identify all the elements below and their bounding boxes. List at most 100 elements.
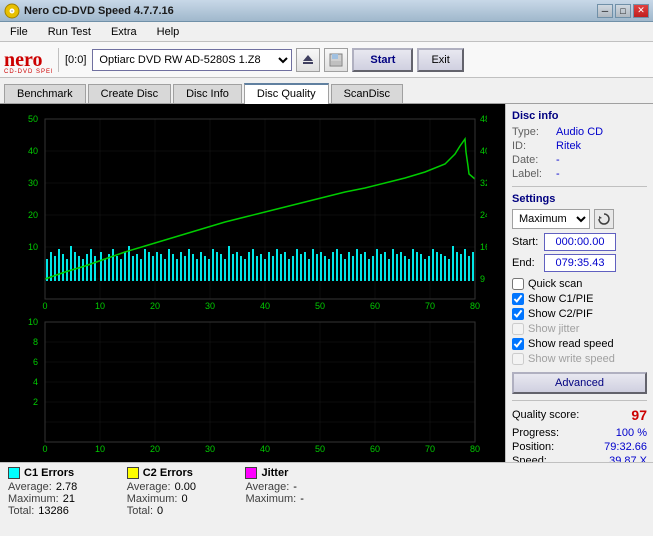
disc-id-label: ID:	[512, 140, 552, 152]
maximize-button[interactable]: □	[615, 4, 631, 18]
svg-text:CD-DVD SPEED: CD-DVD SPEED	[4, 69, 52, 74]
svg-text:9: 9	[480, 274, 485, 284]
nero-logo-svg: nero CD-DVD SPEED	[4, 46, 52, 74]
legend-c2-stats: Average: 0.00 Maximum: 0 Total: 0	[127, 481, 222, 517]
tab-benchmark[interactable]: Benchmark	[4, 84, 86, 103]
svg-text:20: 20	[28, 210, 38, 220]
c1-total-label: Total:	[8, 505, 34, 517]
disc-info-title: Disc info	[512, 110, 647, 122]
end-time-input[interactable]	[544, 254, 616, 272]
disc-type-row: Type: Audio CD	[512, 126, 647, 138]
show-jitter-checkbox[interactable]	[512, 323, 524, 335]
svg-text:10: 10	[28, 317, 38, 327]
svg-text:0: 0	[42, 301, 47, 311]
exit-button[interactable]: Exit	[417, 48, 463, 72]
settings-refresh-button[interactable]	[594, 209, 614, 229]
tab-disc-info[interactable]: Disc Info	[173, 84, 242, 103]
show-write-speed-row: Show write speed	[512, 353, 647, 365]
quality-score-row: Quality score: 97	[512, 407, 647, 423]
show-c2-pif-row: Show C2/PIF	[512, 308, 647, 320]
menu-help[interactable]: Help	[151, 24, 186, 40]
disc-date-label: Date:	[512, 154, 552, 166]
minimize-button[interactable]: ─	[597, 4, 613, 18]
speed-select[interactable]: Maximum	[512, 209, 590, 229]
disc-type-value: Audio CD	[556, 126, 603, 138]
svg-text:60: 60	[370, 301, 380, 311]
title-controls: ─ □ ✕	[597, 4, 649, 18]
show-write-speed-checkbox[interactable]	[512, 353, 524, 365]
legend-jitter-stats: Average: - Maximum: -	[245, 481, 340, 505]
menu-file[interactable]: File	[4, 24, 34, 40]
svg-text:40: 40	[480, 146, 487, 156]
close-button[interactable]: ✕	[633, 4, 649, 18]
show-c1-pie-row: Show C1/PIE	[512, 293, 647, 305]
svg-text:32: 32	[480, 178, 487, 188]
svg-text:40: 40	[28, 146, 38, 156]
chart-area: 50 40 30 20 10 48 40 32 24 16 9 0 10 20 …	[0, 104, 505, 462]
disc-label-value: -	[556, 168, 560, 180]
save-button[interactable]	[324, 48, 348, 72]
svg-text:6: 6	[33, 357, 38, 367]
start-button[interactable]: Start	[352, 48, 413, 72]
eject-button[interactable]	[296, 48, 320, 72]
show-jitter-label: Show jitter	[528, 323, 579, 335]
show-read-speed-label[interactable]: Show read speed	[528, 338, 614, 350]
show-c1-pie-label[interactable]: Show C1/PIE	[528, 293, 593, 305]
show-c1-pie-checkbox[interactable]	[512, 293, 524, 305]
tab-scan-disc[interactable]: ScanDisc	[331, 84, 403, 103]
c2-max-value: 0	[181, 493, 221, 505]
svg-text:20: 20	[150, 444, 160, 454]
c1-avg-label: Average:	[8, 481, 52, 493]
menu-extra[interactable]: Extra	[105, 24, 143, 40]
end-time-row: End:	[512, 254, 647, 272]
legend-jitter-title: Jitter	[261, 467, 288, 479]
advanced-button[interactable]: Advanced	[512, 372, 647, 394]
svg-text:30: 30	[205, 301, 215, 311]
tab-create-disc[interactable]: Create Disc	[88, 84, 171, 103]
side-panel: Disc info Type: Audio CD ID: Ritek Date:…	[505, 104, 653, 462]
divider-2	[512, 400, 647, 401]
show-read-speed-checkbox[interactable]	[512, 338, 524, 350]
tab-disc-quality[interactable]: Disc Quality	[244, 83, 329, 104]
legend-c1: C1 Errors Average: 2.78 Maximum: 21 Tota…	[8, 467, 103, 517]
show-write-speed-label: Show write speed	[528, 353, 615, 365]
save-icon	[329, 53, 343, 67]
c1-max-value: 21	[63, 493, 103, 505]
show-c2-pif-checkbox[interactable]	[512, 308, 524, 320]
toolbar-separator	[58, 48, 59, 72]
legend-c1-color	[8, 467, 20, 479]
svg-text:40: 40	[260, 444, 270, 454]
show-c2-pif-label[interactable]: Show C2/PIF	[528, 308, 593, 320]
quick-scan-label[interactable]: Quick scan	[528, 278, 582, 290]
settings-title: Settings	[512, 193, 647, 205]
eject-icon	[301, 53, 315, 67]
start-time-input[interactable]	[544, 233, 616, 251]
title-text: Nero CD-DVD Speed 4.7.7.16	[24, 5, 174, 17]
start-label: Start:	[512, 236, 540, 248]
drive-select[interactable]: Optiarc DVD RW AD-5280S 1.Z8	[92, 49, 292, 71]
quick-scan-checkbox[interactable]	[512, 278, 524, 290]
disc-type-label: Type:	[512, 126, 552, 138]
jitter-avg-label: Average:	[245, 481, 289, 493]
jitter-avg-value: -	[293, 481, 333, 493]
svg-text:10: 10	[28, 242, 38, 252]
show-read-speed-row: Show read speed	[512, 338, 647, 350]
svg-text:30: 30	[28, 178, 38, 188]
progress-row: Progress: 100 %	[512, 427, 647, 439]
speed-value: 39.87 X	[609, 455, 647, 462]
refresh-icon	[598, 213, 610, 225]
svg-text:2: 2	[33, 397, 38, 407]
svg-text:10: 10	[95, 301, 105, 311]
disc-date-value: -	[556, 154, 560, 166]
svg-text:50: 50	[315, 444, 325, 454]
menu-bar: File Run Test Extra Help	[0, 22, 653, 42]
legend-c2-header: C2 Errors	[127, 467, 222, 479]
legend-c1-title: C1 Errors	[24, 467, 74, 479]
quality-score-label: Quality score:	[512, 409, 579, 421]
legend-area: C1 Errors Average: 2.78 Maximum: 21 Tota…	[0, 462, 653, 521]
svg-text:10: 10	[95, 444, 105, 454]
menu-run-test[interactable]: Run Test	[42, 24, 97, 40]
start-time-row: Start:	[512, 233, 647, 251]
show-jitter-row: Show jitter	[512, 323, 647, 335]
divider-1	[512, 186, 647, 187]
